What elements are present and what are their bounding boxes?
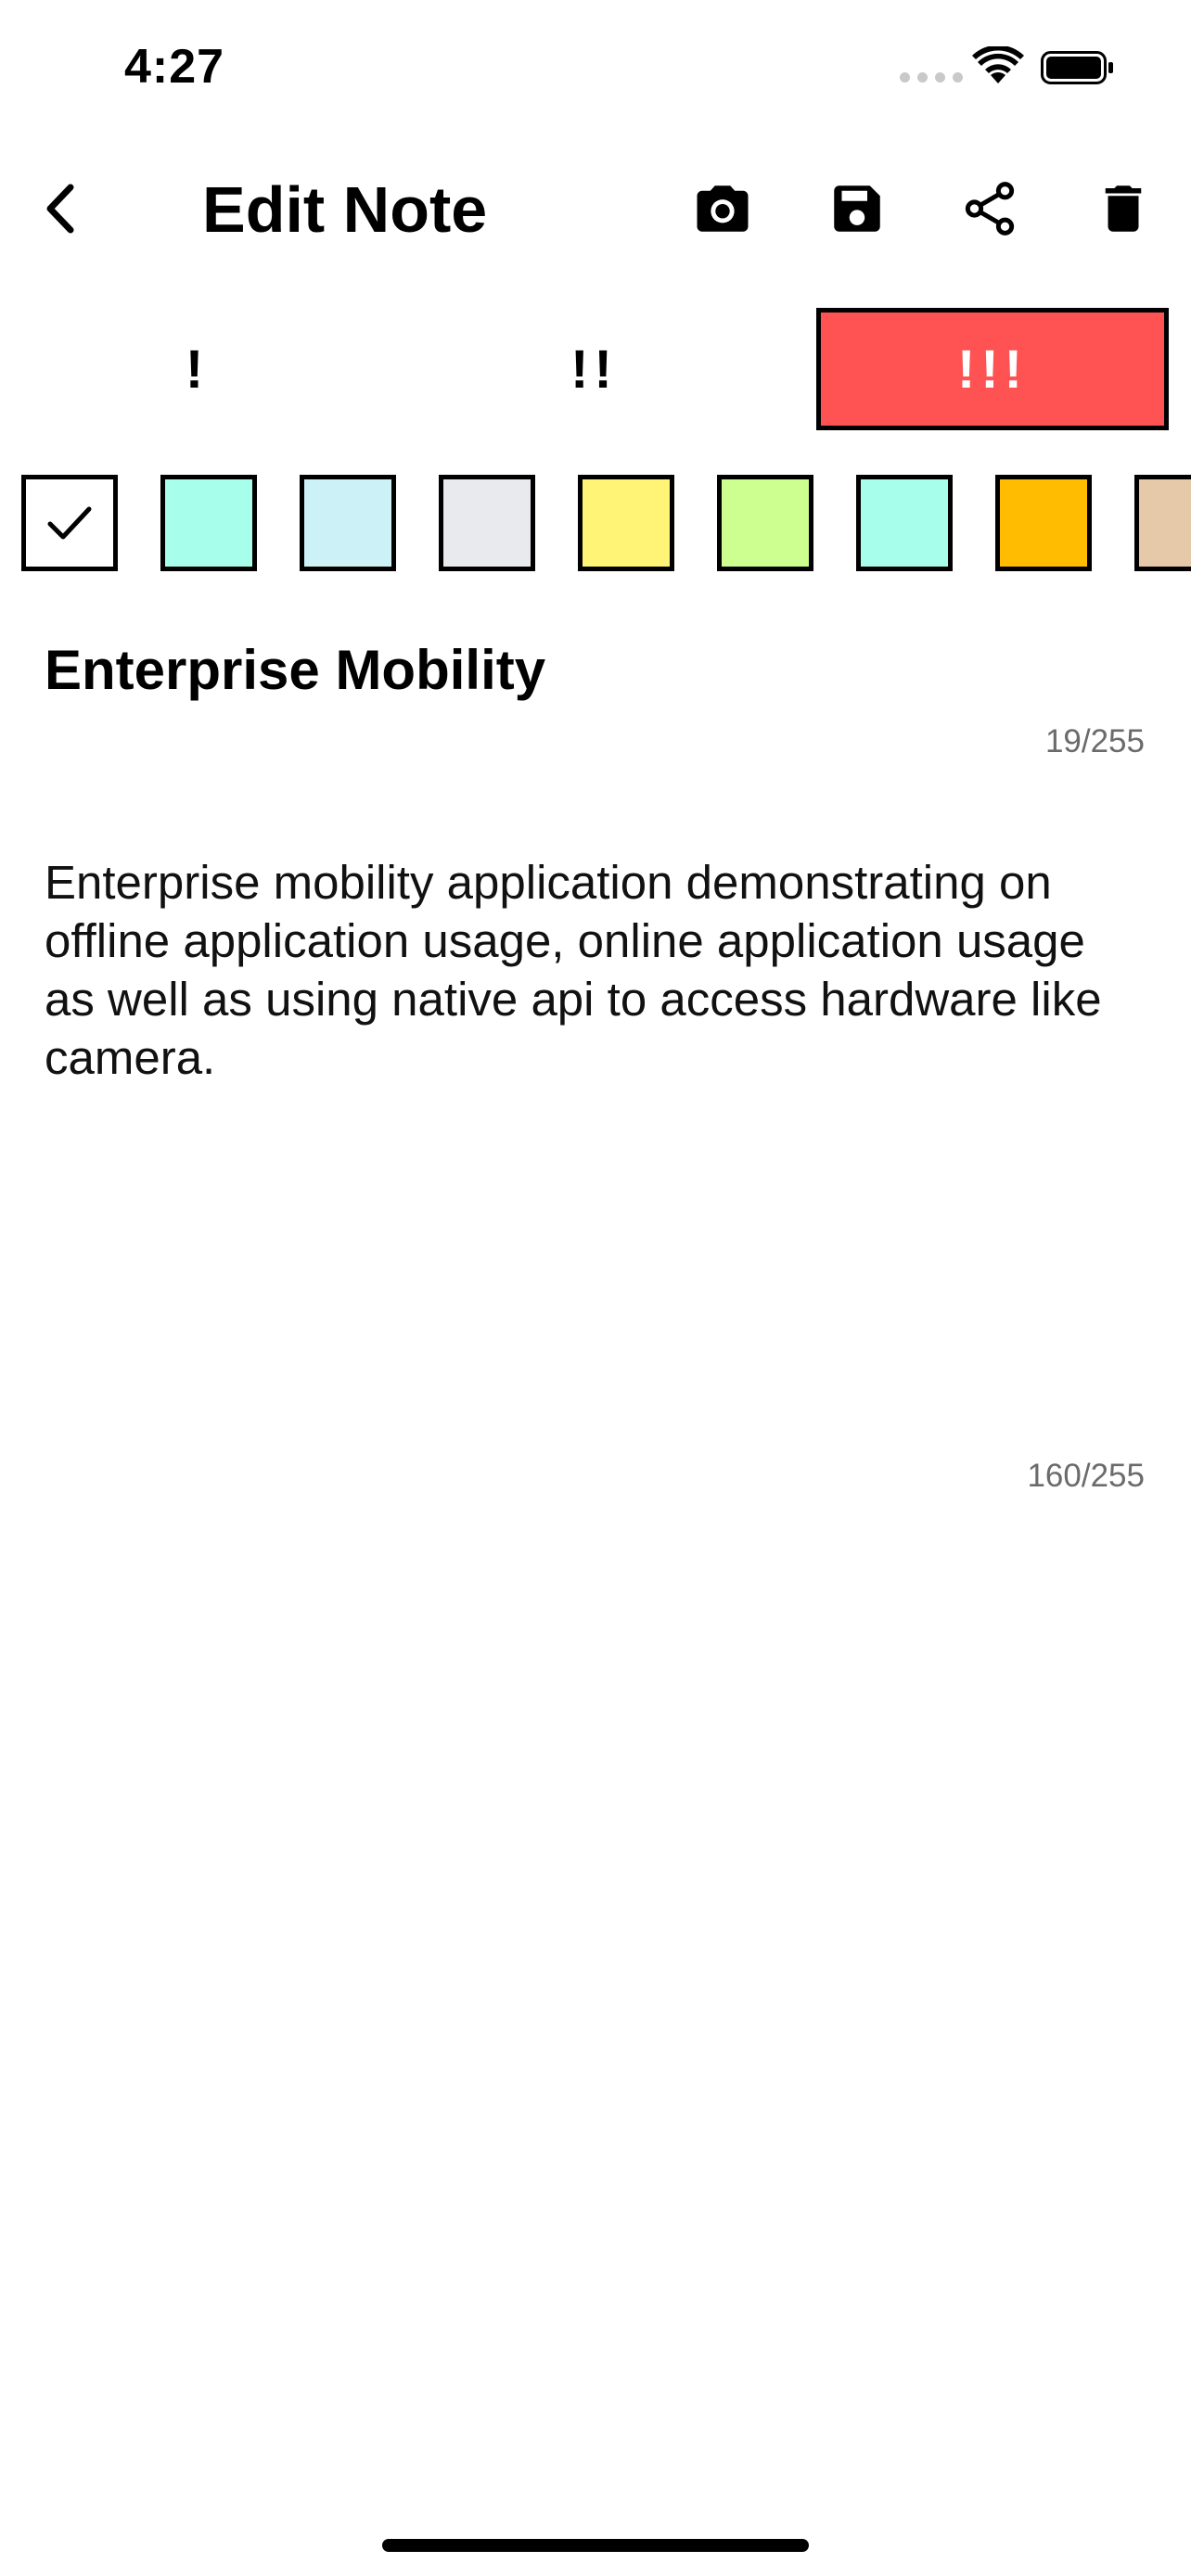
color-swatch-aqua[interactable] <box>856 475 953 571</box>
save-button[interactable] <box>823 174 891 243</box>
note-title-field[interactable]: Enterprise Mobility <box>45 635 1146 706</box>
priority-low-button[interactable]: ! <box>0 308 394 430</box>
color-swatch-white[interactable] <box>21 475 118 571</box>
status-bar: 4:27 <box>0 0 1191 139</box>
check-icon <box>47 506 92 540</box>
share-icon <box>965 182 1015 236</box>
priority-selector: ! !! !!! <box>0 308 1191 430</box>
color-swatch-brown[interactable] <box>1134 475 1191 571</box>
back-button[interactable] <box>32 176 96 241</box>
note-body-field[interactable]: Enterprise mobility application demonstr… <box>45 853 1146 1087</box>
color-swatch-green[interactable] <box>717 475 813 571</box>
share-button[interactable] <box>955 174 1024 243</box>
page-title: Edit Note <box>202 173 488 246</box>
body-char-counter: 160/255 <box>1027 1458 1145 1494</box>
save-icon <box>834 185 880 232</box>
title-char-counter: 19/255 <box>1044 723 1145 759</box>
wifi-icon <box>972 46 1024 83</box>
color-picker <box>0 475 1191 571</box>
chevron-left-icon <box>46 184 74 234</box>
delete-button[interactable] <box>1089 174 1158 243</box>
battery-icon <box>1041 51 1113 84</box>
color-swatch-blue[interactable] <box>300 475 396 571</box>
priority-medium-button[interactable]: !! <box>397 308 791 430</box>
color-swatch-teal[interactable] <box>160 475 257 571</box>
app-bar: Edit Note <box>0 139 1191 278</box>
color-swatch-gray[interactable] <box>439 475 535 571</box>
color-swatch-orange[interactable] <box>995 475 1092 571</box>
priority-high-button[interactable]: !!! <box>816 308 1169 430</box>
cellular-signal-icon <box>900 72 963 83</box>
home-indicator[interactable] <box>382 2539 809 2552</box>
edit-note-screen: 4:27 Edit Note ! !! !!! Enterprise Mobil… <box>0 0 1191 2576</box>
camera-button[interactable] <box>688 174 757 243</box>
delete-icon <box>1105 185 1142 232</box>
color-swatch-yellow[interactable] <box>578 475 674 571</box>
status-time: 4:27 <box>124 40 225 94</box>
camera-icon <box>697 185 749 232</box>
